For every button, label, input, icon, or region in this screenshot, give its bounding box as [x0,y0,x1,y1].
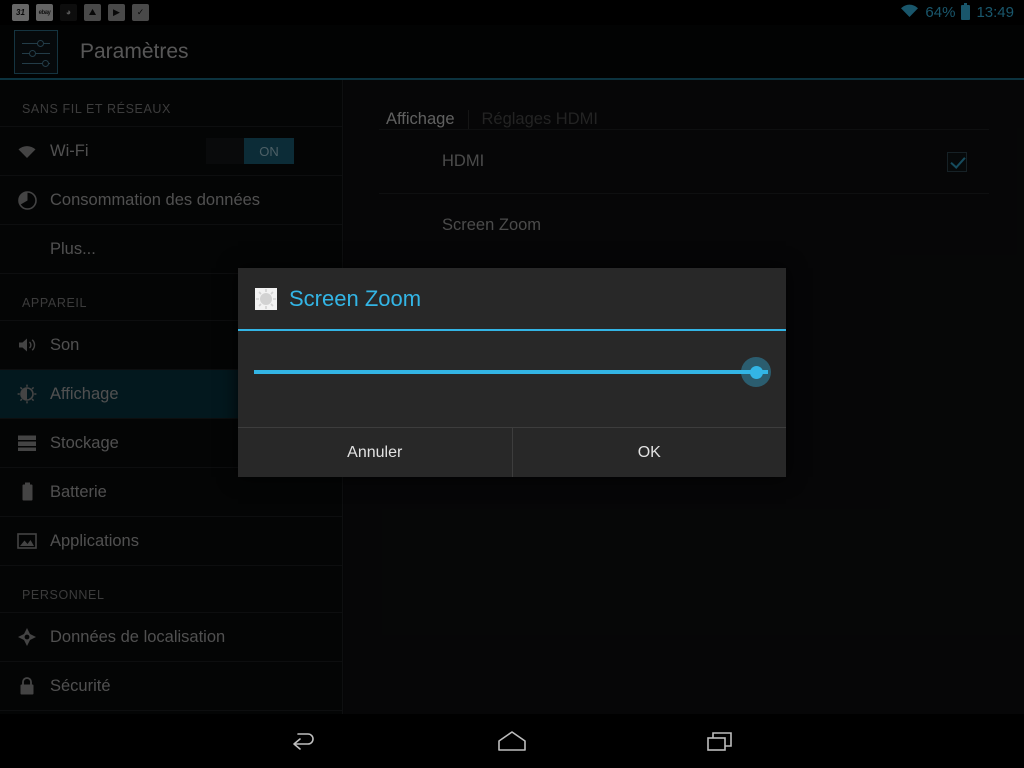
brightness-sun-icon [255,287,277,310]
navigation-bar[interactable] [0,714,1024,768]
android-settings-screen: 31 ebay ◕ ⛰ ▶ ✓ 64% 13:49 P [0,0,1024,768]
cancel-button[interactable]: Annuler [238,428,513,477]
recents-icon[interactable] [697,724,743,758]
dialog-body [238,331,786,427]
screen-zoom-slider[interactable] [254,357,771,387]
slider-thumb[interactable] [741,357,771,387]
ok-button[interactable]: OK [513,428,787,477]
slider-track[interactable] [254,370,768,374]
home-icon[interactable] [489,724,535,758]
dialog-header: Screen Zoom [238,268,786,331]
screen-zoom-dialog: Screen Zoom Annuler OK [238,268,786,477]
dialog-title: Screen Zoom [289,285,422,311]
back-icon[interactable] [281,724,327,758]
dialog-buttons[interactable]: Annuler OK [238,427,786,477]
